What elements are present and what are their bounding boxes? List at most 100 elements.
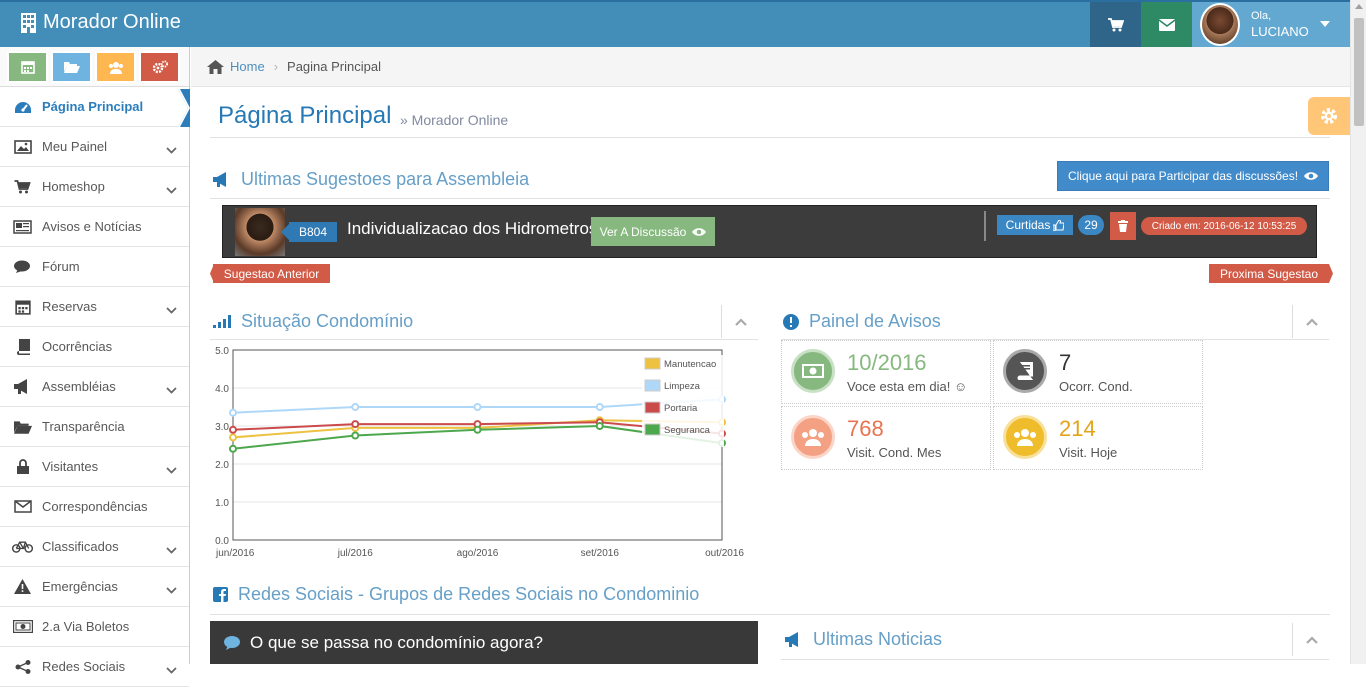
thumbs-up-icon — [1053, 219, 1065, 231]
aviso-value: 768 — [847, 416, 884, 441]
redes-header: Redes Sociais - Grupos de Redes Sociais … — [213, 584, 699, 605]
aviso-label: Voce esta em dia! ☺ — [847, 379, 968, 394]
shortcut-users-button[interactable] — [95, 51, 136, 83]
aviso-value: 10/2016 — [847, 350, 927, 375]
view-discussion-label: Ver A Discussão — [599, 224, 687, 239]
scroll-up-icon — [1355, 4, 1363, 9]
sidebar-item-correspondencias[interactable]: Correspondências — [0, 487, 189, 527]
news-feed-box: O que se passa no condomínio agora? — [210, 621, 758, 664]
participate-discussions-button[interactable]: Clique aqui para Participar das discussõ… — [1057, 161, 1329, 191]
shortcut-folder-button[interactable] — [51, 51, 92, 83]
sidebar-item-2-a-via-boletos[interactable]: 2.a Via Boletos — [0, 607, 189, 647]
lock-icon — [12, 458, 33, 476]
sidebar-item-label: Visitantes — [42, 459, 99, 474]
avatar — [1200, 3, 1240, 46]
comments-icon — [12, 258, 33, 276]
sidebar-item-avisos-e-noticias[interactable]: Avisos e Notícias — [0, 207, 189, 247]
data-point — [229, 444, 237, 453]
sidebar-item-meu-painel[interactable]: Meu Painel — [0, 127, 189, 167]
bullhorn-icon — [785, 632, 798, 647]
user-menu[interactable]: Ola, LUCIANO — [1192, 2, 1350, 47]
scroll-thumb[interactable] — [1354, 18, 1364, 126]
collapse-avisos-button[interactable] — [1292, 305, 1330, 338]
aviso-cell[interactable]: 768 Visit. Cond. Mes — [781, 406, 991, 470]
aviso-value: 7 — [1059, 350, 1072, 375]
noticias-header: Ultimas Noticias — [785, 629, 942, 650]
situacao-header: Situação Condomínio — [213, 311, 413, 332]
sidebar-item-homeshop[interactable]: Homeshop — [0, 167, 189, 207]
redes-title: Redes Sociais - Grupos de Redes Sociais … — [238, 584, 700, 604]
x-tick-label: set/2016 — [581, 548, 620, 559]
chevron-down-icon — [166, 542, 177, 557]
page-scrollbar[interactable] — [1350, 0, 1366, 664]
chevron-down-icon — [166, 582, 177, 597]
bullhorn-icon — [12, 378, 33, 396]
previous-suggestion-button[interactable]: Sugestao Anterior — [213, 264, 330, 283]
envelope-icon — [12, 498, 33, 516]
next-tag-arrow — [1329, 264, 1333, 283]
chevron-down-icon — [166, 182, 177, 197]
user-name: LUCIANO — [1251, 24, 1309, 39]
x-tick-label: jul/2016 — [337, 548, 373, 559]
tachometer-icon — [12, 98, 33, 116]
divider — [984, 211, 986, 241]
cart-button[interactable] — [1090, 2, 1141, 47]
sidebar-item-ocorrencias[interactable]: Ocorrências — [0, 327, 189, 367]
aviso-value: 214 — [1059, 416, 1096, 441]
unit-badge: B804 — [289, 222, 337, 242]
collapse-situacao-button[interactable] — [721, 305, 759, 338]
main-content: Home › Pagina Principal Página Principal… — [191, 47, 1350, 664]
y-tick-label: 1.0 — [215, 498, 229, 509]
shortcut-calendar-button[interactable] — [7, 51, 48, 83]
sidebar-item-assembleias[interactable]: Assembléias — [0, 367, 189, 407]
money-icon — [12, 618, 33, 636]
data-point — [473, 403, 482, 411]
delete-button[interactable] — [1110, 212, 1136, 240]
exclamation-circle-icon — [783, 313, 799, 330]
next-suggestion-button[interactable]: Proxima Sugestao — [1209, 264, 1329, 283]
chevron-up-icon — [734, 317, 747, 326]
brand[interactable]: Morador Online — [20, 11, 181, 34]
suggestion-title: Individualizacao dos Hidrometros — [347, 219, 598, 238]
divider — [210, 137, 1330, 138]
signal-icon — [213, 315, 231, 328]
collapse-noticias-button[interactable] — [1292, 623, 1330, 656]
sidebar-item-forum[interactable]: Fórum — [0, 247, 189, 287]
legend-swatch — [644, 401, 661, 414]
like-button[interactable]: Curtidas — [997, 215, 1073, 235]
folder-open-icon — [63, 62, 80, 73]
breadcrumb-current: Pagina Principal — [287, 59, 381, 74]
sidebar-item-visitantes[interactable]: Visitantes — [0, 447, 189, 487]
legend-label: Portaria — [664, 403, 698, 414]
aviso-cell[interactable]: 10/2016 Voce esta em dia! ☺ — [781, 340, 991, 404]
sidebar-item-reservas[interactable]: Reservas — [0, 287, 189, 327]
app-title: Morador Online — [43, 11, 181, 33]
participate-label: Clique aqui para Participar das discussõ… — [1067, 169, 1299, 183]
book-icon — [12, 338, 33, 356]
view-discussion-button[interactable]: Ver A Discussão — [591, 217, 715, 246]
shortcut-settings-button[interactable] — [139, 51, 180, 83]
avisos-header: Painel de Avisos — [783, 311, 941, 332]
mail-button[interactable] — [1141, 2, 1192, 47]
y-tick-label: 2.0 — [215, 460, 229, 471]
settings-toggle-button[interactable] — [1308, 97, 1350, 135]
sidebar-item-redes-sociais[interactable]: Redes Sociais — [0, 647, 189, 687]
y-tick-label: 5.0 — [215, 347, 229, 357]
legend-label: Manutencao — [664, 359, 716, 370]
sidebar-item-pagina-principal[interactable]: Página Principal — [0, 87, 189, 127]
x-tick-label: ago/2016 — [457, 548, 499, 559]
page-subtitle: » Morador Online — [400, 112, 509, 128]
aviso-cell[interactable]: 7 Ocorr. Cond. — [993, 340, 1203, 404]
cogs-icon — [152, 60, 168, 74]
aviso-cell[interactable]: 214 Visit. Hoje — [993, 406, 1203, 470]
trash-icon — [1118, 220, 1128, 232]
sidebar-item-classificados[interactable]: Classificados — [0, 527, 189, 567]
breadcrumb-home-link[interactable]: Home — [230, 59, 265, 74]
sidebar-item-transparencia[interactable]: Transparência — [0, 407, 189, 447]
cart-icon — [1107, 17, 1124, 31]
sidebar-item-label: Fórum — [42, 259, 80, 274]
sidebar-item-emergencias[interactable]: Emergências — [0, 567, 189, 607]
legend-swatch — [644, 357, 661, 370]
cart-icon — [12, 178, 33, 196]
home-icon — [207, 59, 224, 74]
